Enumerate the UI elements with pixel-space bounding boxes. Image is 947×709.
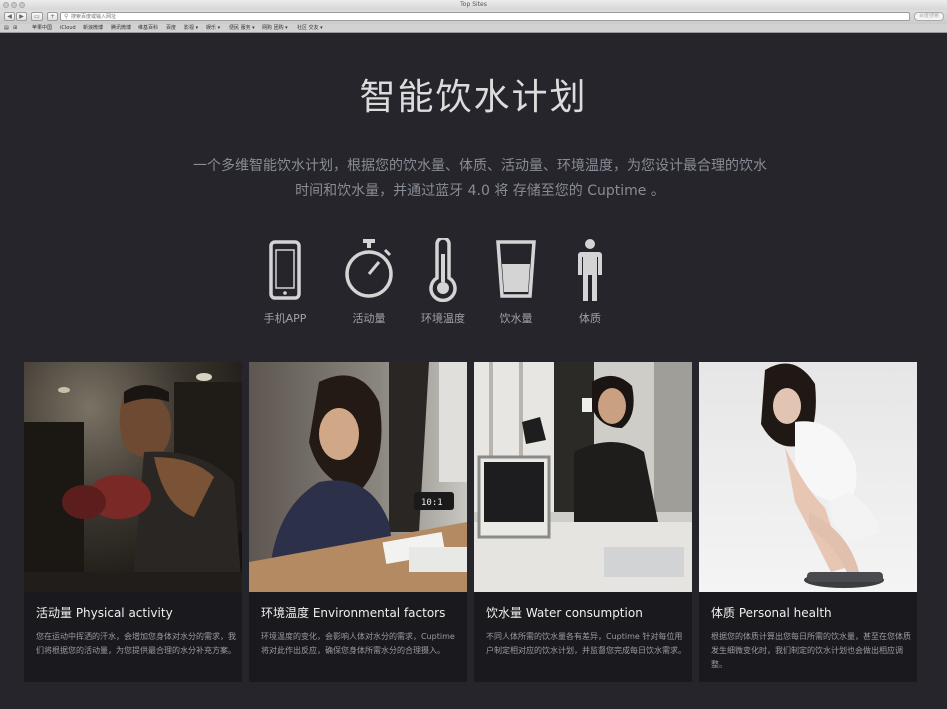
- page-description: 一个多维智能饮水计划，根据您的饮水量、体质、活动量、环境温度，为您设计最合理的饮…: [180, 154, 780, 204]
- feature-label: 环境温度: [421, 312, 465, 325]
- card-title: 活动量 Physical activity: [36, 606, 173, 620]
- bookmark-item[interactable]: 社区 交友 ▾: [297, 24, 323, 32]
- back-button[interactable]: ◀: [4, 12, 15, 21]
- browser-toolbar: ◀ ▶ ▭ + ⚲ 百度搜索: [0, 10, 947, 24]
- add-tab-button[interactable]: +: [47, 12, 58, 21]
- window-title: Top Sites: [460, 1, 487, 8]
- woman-scale-photo: [699, 362, 917, 592]
- search-icon: ⚲: [64, 13, 69, 20]
- feature-activity: 活动量: [329, 238, 409, 325]
- feature-label: 活动量: [352, 312, 386, 325]
- feature-icons: 手机APP 活动量 环境温度 饮水量 体质: [0, 238, 947, 338]
- cup-icon: [496, 240, 536, 298]
- bookmarks-bar: ▤ ⊞ 苹果中国 iCloud 新浪微博 腾讯微博 维基百科 百度 影视 ▾ 娱…: [0, 24, 947, 33]
- card-personal-health[interactable]: 体质 Personal health 根据您的体质计算出您每日所需的饮水量，甚至…: [699, 362, 917, 682]
- search-field[interactable]: 百度搜索: [914, 12, 944, 21]
- card-physical-activity[interactable]: 活动量 Physical activity 您在运动中挥洒的汗水，会增加您身体对…: [24, 362, 242, 682]
- card-text: 您在运动中挥洒的汗水，会增加您身体对水分的需求，我们将根据您的活动量，为您提供最…: [36, 632, 236, 655]
- svg-text:10:1: 10:1: [421, 498, 443, 508]
- bookmark-item[interactable]: 维基百科: [138, 24, 158, 32]
- phone-icon: [269, 240, 301, 300]
- address-bar[interactable]: ⚲: [60, 12, 910, 21]
- bookmark-item[interactable]: 便民 服务 ▾: [229, 24, 255, 32]
- feature-phone: 手机APP: [245, 238, 325, 325]
- feature-label: 手机APP: [263, 312, 307, 325]
- woman-writing-photo: 10:1: [249, 362, 467, 592]
- bookmark-item[interactable]: 网购 团购 ▾: [262, 24, 288, 32]
- card-text: 不同人体所需的饮水量各有差异，Cuptime 针对每位用户制定相对应的饮水计划，…: [486, 632, 686, 655]
- man-drinking-photo: [474, 362, 692, 592]
- card-title: 饮水量 Water consumption: [486, 606, 643, 620]
- feature-health: 体质: [550, 238, 630, 325]
- thermometer-icon: [429, 238, 457, 302]
- card-text: 根据您的体质计算出您每日所需的饮水量，甚至在您体质发生细微变化时，我们制定的饮水…: [711, 632, 911, 669]
- page-title: 智能饮水计划: [359, 77, 588, 118]
- bookmark-item[interactable]: 腾讯微博: [111, 24, 131, 32]
- person-icon: [578, 239, 602, 301]
- bookmark-item[interactable]: iCloud: [60, 24, 76, 32]
- forward-button[interactable]: ▶: [16, 12, 27, 21]
- book-icon[interactable]: ▤: [4, 24, 9, 32]
- description-line-1: 一个多维智能饮水计划，根据您的饮水量、体质、活动量、环境温度，为您设计最合理的饮…: [193, 158, 767, 174]
- bookmark-item[interactable]: 百度: [166, 24, 176, 32]
- card-environmental-factors[interactable]: 10:1 环境温度 Environmental factors 环境温度的变化，…: [249, 362, 467, 682]
- address-input[interactable]: [71, 13, 571, 20]
- window-titlebar: Top Sites: [0, 0, 947, 10]
- bookmark-item[interactable]: 影视 ▾: [184, 24, 198, 32]
- card-title: 体质 Personal health: [711, 606, 832, 620]
- stopwatch-icon: [345, 239, 393, 298]
- grid-icon[interactable]: ⊞: [13, 24, 17, 32]
- feature-water: 饮水量: [476, 238, 556, 325]
- card-title: 环境温度 Environmental factors: [261, 606, 446, 620]
- boxer-photo: [24, 362, 242, 592]
- card-water-consumption[interactable]: 饮水量 Water consumption 不同人体所需的饮水量各有差异，Cup…: [474, 362, 692, 682]
- feature-temperature: 环境温度: [403, 238, 483, 325]
- bookmark-item[interactable]: 娱乐 ▾: [206, 24, 220, 32]
- feature-label: 体质: [579, 312, 601, 325]
- feature-label: 饮水量: [499, 312, 533, 325]
- bookmark-item[interactable]: 苹果中国: [32, 24, 52, 32]
- card-text: 环境温度的变化，会影响人体对水分的需求，Cuptime 将对此作出反应，确保您身…: [261, 632, 455, 655]
- bookmark-item[interactable]: 新浪微博: [83, 24, 103, 32]
- description-line-2: 时间和饮水量，并通过蓝牙 4.0 将 存储至您的 Cuptime 。: [295, 183, 665, 199]
- share-icon[interactable]: ▭: [31, 12, 43, 21]
